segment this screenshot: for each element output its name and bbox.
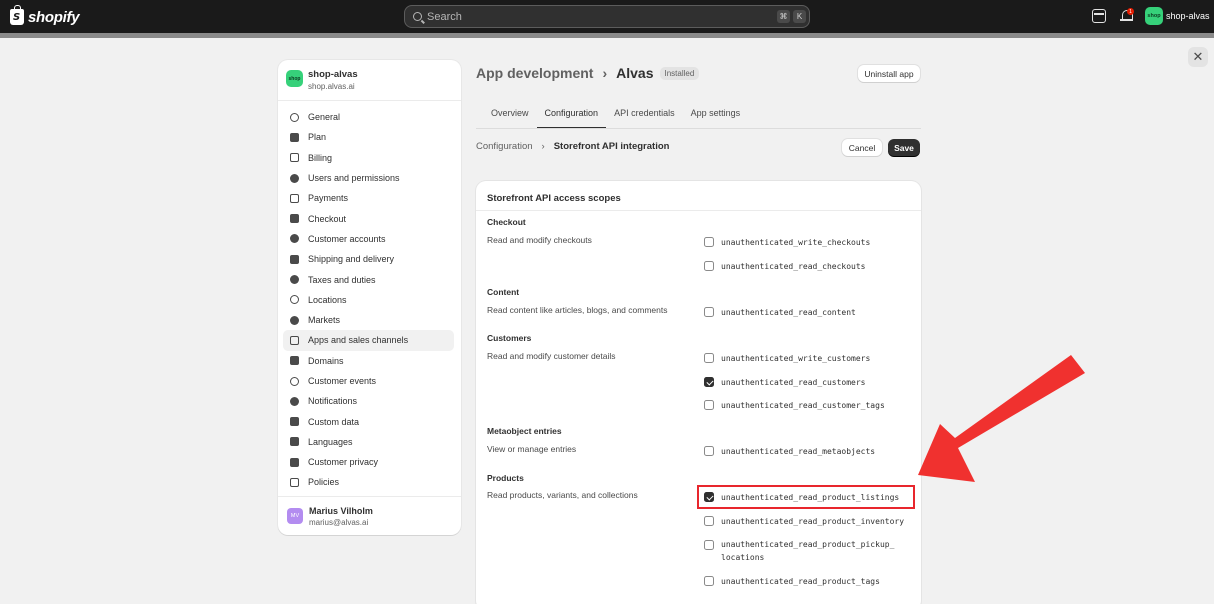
annotation-arrow-icon (918, 355, 1085, 482)
